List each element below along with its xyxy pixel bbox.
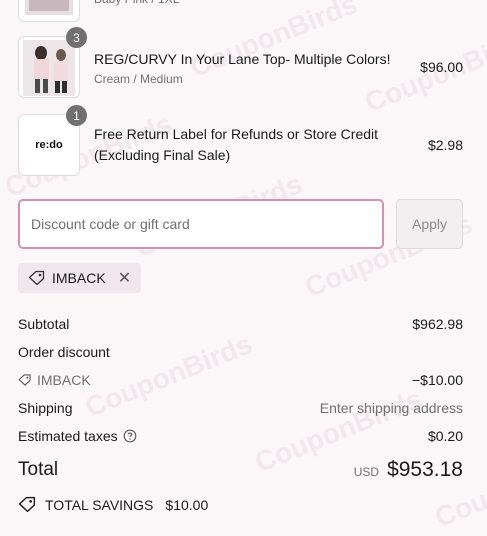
discount-value: −$10.00 <box>412 372 463 388</box>
watermark: CouponBirds <box>430 437 487 534</box>
savings-label: TOTAL SAVINGS <box>45 496 154 513</box>
item-name: REG/CURVY In Your Lane Top- Multiple Col… <box>94 50 391 67</box>
quantity-badge: 1 <box>66 105 87 126</box>
subtotal-value: $962.98 <box>412 316 463 332</box>
total-label: Total <box>18 459 59 480</box>
savings-tag-icon <box>18 496 36 513</box>
help-icon[interactable] <box>123 429 137 443</box>
product-thumbnail <box>18 0 80 22</box>
applied-discount-chip: IMBACK ✕ <box>18 263 142 293</box>
shipping-value: Enter shipping address <box>319 400 463 416</box>
order-discount-row: Order discount <box>18 344 463 360</box>
item-price: $96.00 <box>420 59 463 75</box>
order-discount-label: Order discount <box>18 344 110 360</box>
total-savings-row: TOTAL SAVINGS $10.00 <box>18 496 463 513</box>
item-variant: Baby Pink / 1XL <box>94 0 463 6</box>
shipping-row: Shipping Enter shipping address <box>18 400 463 416</box>
taxes-label: Estimated taxes <box>18 428 118 444</box>
discount-field[interactable] <box>18 199 384 249</box>
line-item: re:do 1 Free Return Label for Refunds or… <box>18 105 463 176</box>
line-item: 3 REG/CURVY In Your Lane Top- Multiple C… <box>18 27 463 98</box>
taxes-value: $0.20 <box>427 428 463 444</box>
line-item: Baby Pink / 1XL <box>18 0 463 22</box>
total-row: Total USD $953.18 <box>18 458 463 482</box>
subtotal-row: Subtotal $962.98 <box>18 316 463 332</box>
subtotal-label: Subtotal <box>18 316 70 332</box>
quantity-badge: 3 <box>66 27 87 48</box>
total-value: $953.18 <box>387 458 463 481</box>
item-variant: Cream / Medium <box>94 71 183 86</box>
product-thumbnail: re:do 1 <box>18 105 87 176</box>
shipping-label: Shipping <box>18 400 73 416</box>
currency-code: USD <box>353 465 380 479</box>
taxes-row: Estimated taxes $0.20 <box>18 428 463 444</box>
product-thumbnail: 3 <box>18 27 87 98</box>
savings-value: $10.00 <box>165 496 209 513</box>
remove-discount-icon[interactable]: ✕ <box>118 268 131 288</box>
item-name: Free Return Label for Refunds or Store C… <box>94 126 379 163</box>
tag-icon <box>18 374 31 386</box>
item-price: $2.98 <box>427 137 463 153</box>
discount-code-label: IMBACK <box>37 372 91 388</box>
redo-logo: re:do <box>35 139 63 151</box>
product-photo-icon <box>25 0 73 15</box>
discount-code-row: IMBACK −$10.00 <box>18 372 463 388</box>
apply-button[interactable]: Apply <box>396 199 463 249</box>
discount-input[interactable] <box>20 201 382 247</box>
tag-icon <box>28 270 45 286</box>
applied-code: IMBACK <box>52 270 106 286</box>
